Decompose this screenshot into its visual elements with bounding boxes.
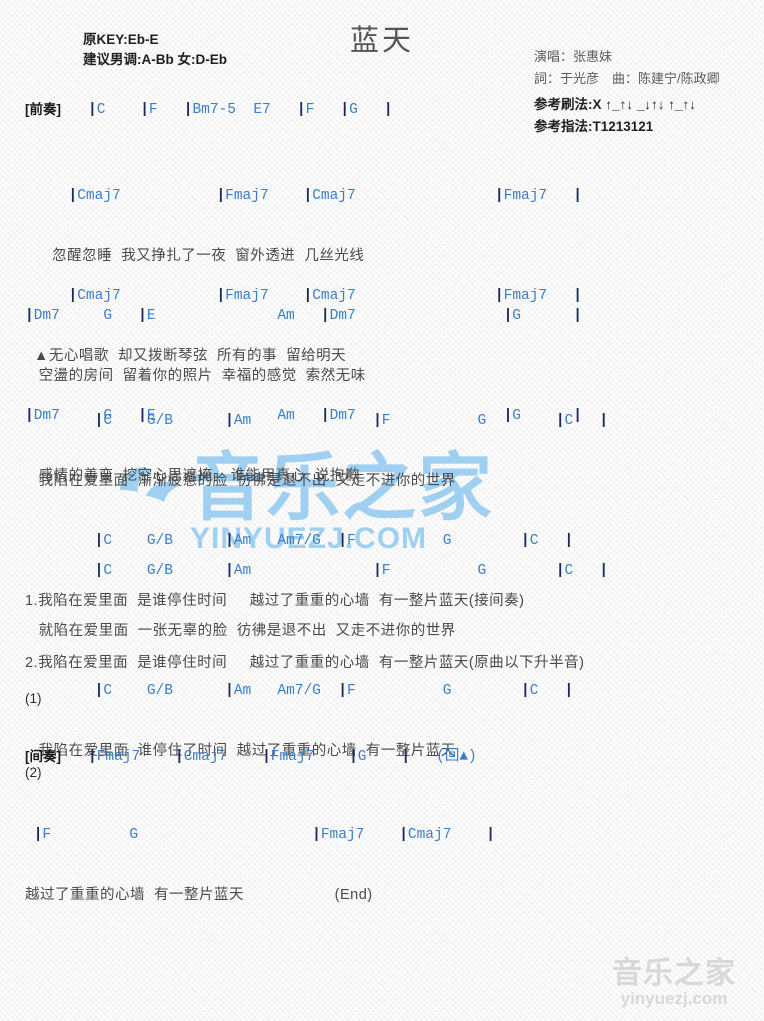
bar-line: | (33, 827, 43, 843)
bar-line: | (383, 102, 393, 118)
credit-writers: 詞：于光彦 曲：陈建宁/陈政卿 (534, 71, 720, 86)
chorus2-line1-chords: |C G/B |Am |F G |C | (94, 563, 609, 579)
bar-line: | (225, 563, 234, 579)
bar-line: | (599, 563, 609, 579)
chord-sheet: 蓝天 原KEY:Eb-E 建议男调:A-Bb 女:D-Eb 演唱：张惠妹 詞：于… (0, 0, 764, 1021)
bar-line: | (183, 102, 193, 118)
bar-line: | (216, 288, 226, 304)
bar-line: | (303, 288, 313, 304)
bar-line: | (312, 827, 321, 843)
suggested-key: 建议男调:A-Bb 女:D-Eb (83, 52, 227, 67)
verse1-line1-chords: |Cmaj7 |Fmaj7 |Cmaj7 |Fmaj7 | (68, 188, 582, 204)
section-ending: (2) |F G |Fmaj7 |Cmaj7 | 越过了重重的心墙 有一整片蓝天… (0, 726, 764, 944)
bar-line: | (555, 563, 565, 579)
bar-line: | (494, 288, 504, 304)
chorus2-line1-lyric: 就陷在爱里面 一张无辜的脸 彷彿是退不出 又走不进你的世界 (25, 623, 456, 639)
prelude-label: [前奏] (25, 102, 61, 117)
credits: 演唱：张惠妹 詞：于光彦 曲：陈建宁/陈政卿 (534, 46, 720, 90)
bar-line: | (94, 563, 104, 579)
chorus1-line1-lyric: 我陷在爱里面 渐渐疲惫的脸 彷彿是退不出 又走不进你的世界 (25, 473, 456, 489)
bar-line: | (373, 413, 382, 429)
bar-line: | (94, 413, 104, 429)
bar-line: | (399, 827, 408, 843)
bar-line: | (373, 563, 382, 579)
chorus1-line1-chords: |C G/B |Am |F G |C | (94, 413, 609, 429)
bar-line: | (599, 413, 609, 429)
prelude-chords: |C |F |Bm7-5 E7 |F |G | (88, 102, 393, 118)
ending-lyric: 越过了重重的心墙 有一整片蓝天 (End) (25, 887, 373, 903)
bar-line: | (140, 102, 149, 118)
bar-line: | (68, 188, 78, 204)
bar-line: | (555, 413, 565, 429)
bar-line: | (216, 188, 226, 204)
bar-line: | (494, 188, 504, 204)
ending-chords: |F G |Fmaj7 |Cmaj7 | (33, 827, 495, 843)
bar-line: | (296, 102, 306, 118)
original-key: 原KEY:Eb-E (83, 32, 159, 47)
bar-line: | (225, 413, 234, 429)
bar-line: | (303, 188, 313, 204)
interlude-number: (1) (25, 691, 42, 706)
bar-line: | (573, 188, 582, 204)
bar-line: | (573, 288, 582, 304)
verse2-line1-chords: |Cmaj7 |Fmaj7 |Cmaj7 |Fmaj7 | (68, 288, 582, 304)
bar-line: | (486, 827, 495, 843)
key-info: 原KEY:Eb-E 建议男调:A-Bb 女:D-Eb (83, 30, 227, 70)
bar-line: | (340, 102, 350, 118)
credit-singer: 演唱：张惠妹 (534, 49, 613, 64)
verse2-line1-lyric: ▲无心唱歌 却又拨断琴弦 所有的事 留给明天 (25, 348, 347, 364)
bar-line: | (88, 102, 97, 118)
bar-line: | (68, 288, 78, 304)
ending-number: (2) (25, 765, 42, 780)
